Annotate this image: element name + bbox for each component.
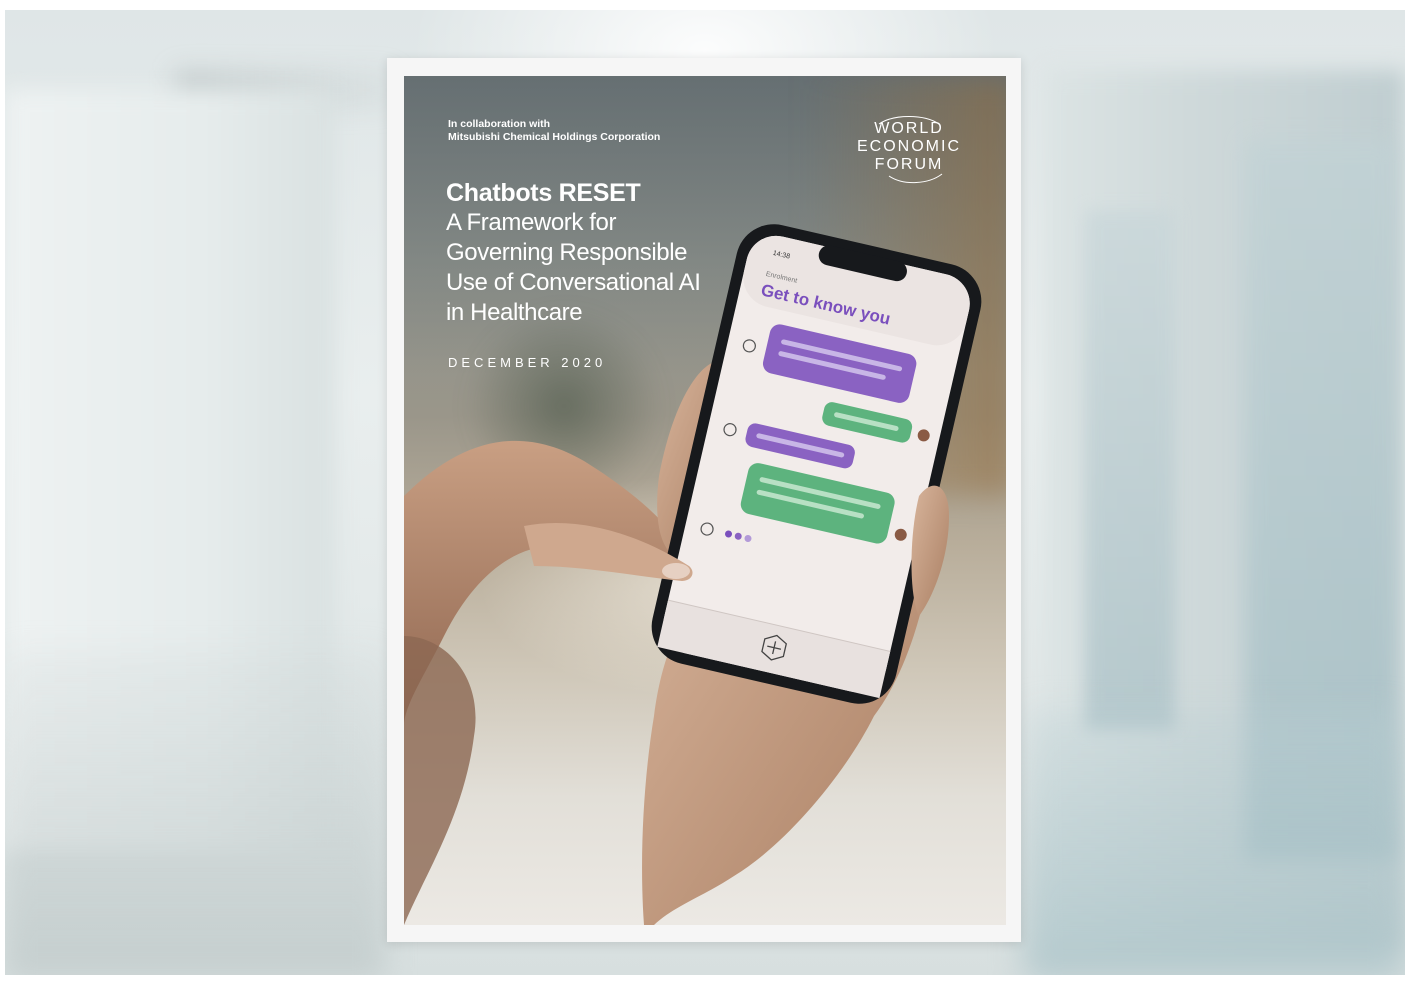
collaboration-line: In collaboration with — [448, 118, 551, 130]
right-fingers — [911, 485, 949, 616]
title-line: A Framework for — [446, 209, 617, 236]
svg-text:WORLD: WORLD — [874, 120, 944, 137]
title-main: Chatbots RESET — [446, 179, 641, 207]
world-economic-forum-logo: WORLD ECONOMIC FORUM — [857, 116, 961, 183]
right-floor — [1025, 710, 1405, 975]
fingernail — [662, 563, 690, 579]
svg-text:ECONOMIC: ECONOMIC — [857, 138, 961, 155]
publication-date: DECEMBER 2020 — [448, 355, 607, 370]
report-title: Chatbots RESET A Framework for Governing… — [446, 178, 766, 328]
collaboration-partner: Mitsubishi Chemical Holdings Corporation — [448, 131, 661, 143]
title-line: Governing Responsible — [446, 239, 688, 266]
left-arm — [404, 636, 476, 925]
corridor-door — [1085, 210, 1175, 730]
title-line: in Healthcare — [446, 299, 583, 326]
report-cover-frame: 14:38 Enrolment Get to know you In colla… — [387, 58, 1021, 942]
report-cover: 14:38 Enrolment Get to know you In colla… — [404, 76, 1006, 925]
title-line: Use of Conversational AI — [446, 269, 701, 296]
svg-text:FORUM: FORUM — [875, 156, 944, 173]
collaboration-credit: In collaboration with Mitsubishi Chemica… — [448, 118, 660, 144]
left-floor — [5, 650, 385, 975]
